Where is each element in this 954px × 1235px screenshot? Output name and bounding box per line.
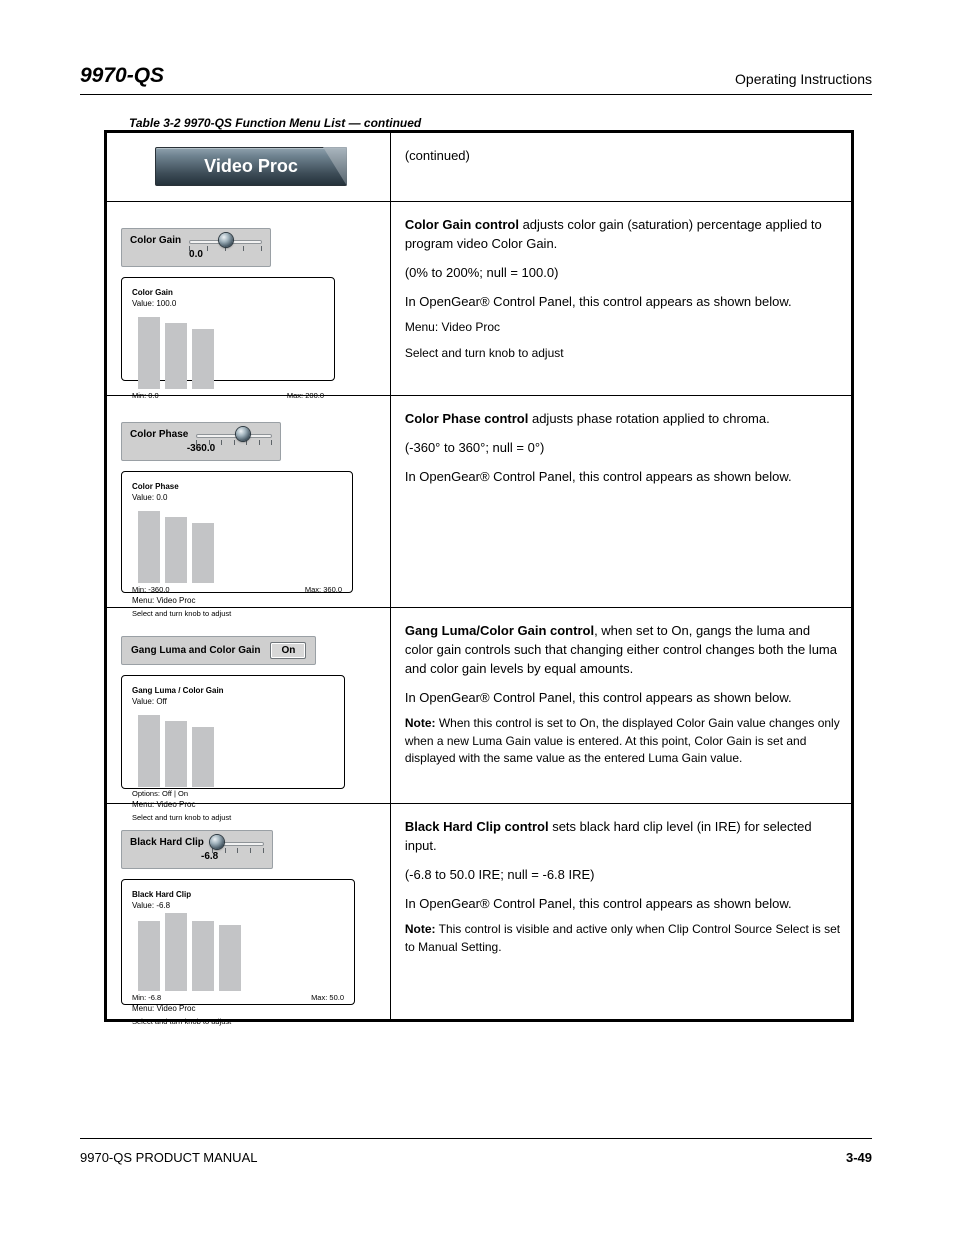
black-hard-clip-description: Black Hard Clip control sets black hard … (405, 818, 841, 956)
gang-toggle-label: Gang Luma and Color Gain (131, 645, 260, 656)
black-hard-clip-label: Black Hard Clip (130, 837, 204, 848)
ogp-black-hard-clip-card: Black Hard Clip Value: -6.8 Min: -6.8 Max… (121, 879, 355, 1005)
color-gain-description: Color Gain control adjusts color gain (s… (405, 216, 841, 362)
slider-track[interactable] (196, 431, 272, 439)
function-menu-table: Video Proc (continued) Color Gain (104, 130, 854, 1022)
ogp-title: Color Phase (132, 482, 179, 491)
ogp-color-phase-card: Color Phase Value: 0.0 Min: -360.0 Max: 3… (121, 471, 353, 593)
bars-icon (138, 712, 334, 787)
ogp-hint: Select and turn knob to adjust (132, 1017, 344, 1026)
slider-track[interactable] (212, 839, 264, 847)
video-proc-tab-label: Video Proc (204, 156, 298, 177)
header-divider (80, 94, 872, 95)
ogp-value: Value: Off (132, 697, 334, 706)
color-gain-value: 0.0 (130, 249, 262, 260)
black-hard-clip-slider[interactable]: Black Hard Clip -6.8 (121, 830, 273, 869)
color-phase-description: Color Phase control adjusts phase rotati… (405, 410, 841, 487)
gang-luma-color-toggle[interactable]: Gang Luma and Color Gain On (121, 636, 316, 665)
bars-icon (138, 314, 324, 389)
ogp-gang-card: Gang Luma / Color Gain Value: Off Option… (121, 675, 345, 789)
ogp-title: Gang Luma / Color Gain (132, 686, 224, 695)
footer-divider (80, 1138, 872, 1139)
bars-icon (138, 508, 342, 583)
slider-knob-icon[interactable] (210, 835, 224, 849)
ogp-menu: Menu: Video Proc (132, 596, 342, 605)
bars-icon (138, 916, 344, 991)
ogp-options: Options: Off | On (132, 789, 188, 798)
gang-toggle-button[interactable]: On (270, 642, 306, 659)
ogp-min: Min: -6.8 (132, 993, 161, 1002)
color-gain-label: Color Gain (130, 235, 181, 246)
ogp-value: Value: 0.0 (132, 493, 342, 502)
color-gain-slider[interactable]: Color Gain 0.0 (121, 228, 271, 267)
gang-description: Gang Luma/Color Gain control, when set t… (405, 622, 841, 768)
ogp-title: Black Hard Clip (132, 890, 191, 899)
slider-knob-icon[interactable] (219, 233, 233, 247)
black-hard-clip-value: -6.8 (201, 851, 264, 862)
color-phase-label: Color Phase (130, 429, 188, 440)
ogp-color-gain-card: Color Gain Value: 100.0 Min: 0.0Max: 200… (121, 277, 335, 381)
footer-manual: 9970-QS PRODUCT MANUAL (80, 1150, 257, 1165)
table-caption: Table 3-2 9970-QS Function Menu List — c… (129, 116, 421, 130)
color-phase-slider[interactable]: Color Phase -360.0 (121, 422, 281, 461)
video-proc-tab[interactable]: Video Proc (155, 147, 347, 186)
slider-track[interactable] (189, 237, 262, 245)
header-product: 9970-QS (80, 64, 164, 88)
ogp-max: Max: 50.0 (311, 993, 344, 1002)
ogp-value: Value: -6.8 (132, 901, 344, 910)
ogp-title: Color Gain (132, 288, 173, 297)
ogp-menu: Menu: Video Proc (132, 1004, 344, 1013)
video-proc-continued: (continued) (405, 147, 841, 166)
ogp-min: Min: -360.0 (132, 585, 170, 594)
color-phase-value: -360.0 (130, 443, 272, 454)
ogp-max: Max: 360.0 (305, 585, 342, 594)
header-section: Operating Instructions (735, 71, 872, 87)
footer-page-number: 3-49 (846, 1150, 872, 1165)
ogp-value: Value: 100.0 (132, 299, 324, 308)
slider-knob-icon[interactable] (236, 427, 250, 441)
